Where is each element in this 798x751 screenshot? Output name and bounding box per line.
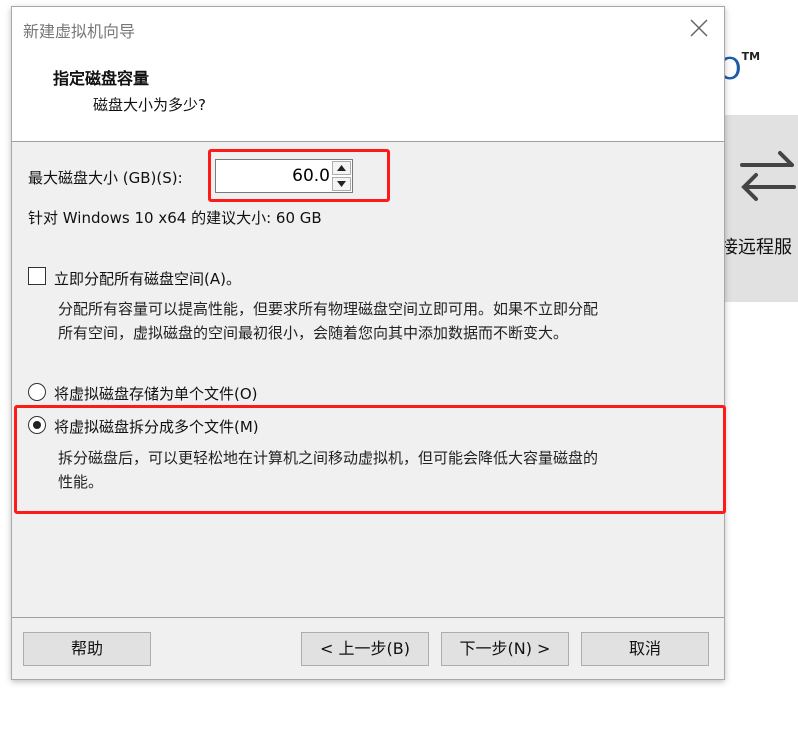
- trademark-mark: TM: [741, 50, 761, 63]
- multi-file-label[interactable]: 将虚拟磁盘拆分成多个文件(M): [54, 416, 259, 437]
- new-vm-wizard-dialog: 新建虚拟机向导 指定磁盘容量 磁盘大小为多少? 最大磁盘大小 (GB)(S): …: [11, 6, 726, 680]
- page-subtitle: 磁盘大小为多少?: [93, 96, 206, 114]
- allocate-description-line: 所有空间，虚拟磁盘的空间最初很小，会随着您向其中添加数据而不断变大。: [58, 324, 569, 342]
- arrow-down-icon: [337, 181, 346, 187]
- allocate-now-checkbox[interactable]: [28, 267, 46, 285]
- cancel-button[interactable]: 取消: [581, 632, 709, 666]
- max-disk-size-label: 最大磁盘大小 (GB)(S):: [28, 169, 183, 187]
- allocate-now-label[interactable]: 立即分配所有磁盘空间(A)。: [54, 268, 241, 289]
- single-file-radio[interactable]: [28, 383, 46, 401]
- wizard-header: 指定磁盘容量 磁盘大小为多少?: [12, 47, 724, 142]
- disk-size-input[interactable]: [218, 162, 332, 190]
- disk-size-spinner[interactable]: [215, 159, 353, 193]
- window-title: 新建虚拟机向导: [23, 22, 136, 41]
- page-title: 指定磁盘容量: [53, 69, 150, 88]
- multi-file-description-line: 拆分磁盘后，可以更轻松地在计算机之间移动虚拟机，但可能会降低大容量磁盘的: [58, 449, 599, 467]
- close-icon[interactable]: [688, 17, 710, 39]
- radio-selected-dot: [33, 421, 41, 429]
- single-file-label[interactable]: 将虚拟磁盘存储为单个文件(O): [54, 383, 258, 404]
- multi-file-radio[interactable]: [28, 416, 46, 434]
- allocate-description-line: 分配所有容量可以提高性能，但要求所有物理磁盘空间立即可用。如果不立即分配: [58, 300, 599, 318]
- connect-remote-server-tile[interactable]: 接远程服: [720, 115, 798, 302]
- multi-file-description-line: 性能。: [58, 473, 104, 491]
- increment-button[interactable]: [332, 161, 351, 175]
- allocate-description: 分配所有容量可以提高性能，但要求所有物理磁盘空间立即可用。如果不立即分配 所有空…: [58, 297, 598, 345]
- arrow-up-icon: [337, 165, 346, 171]
- recommended-size-text: 针对 Windows 10 x64 的建议大小: 60 GB: [28, 209, 322, 227]
- tile-label: 接远程服: [720, 237, 792, 258]
- swap-arrows-icon: [740, 151, 796, 201]
- help-button[interactable]: 帮助: [23, 632, 151, 666]
- footer-divider: [12, 617, 724, 618]
- title-bar: 新建虚拟机向导: [12, 7, 724, 47]
- decrement-button[interactable]: [332, 177, 351, 191]
- next-button[interactable]: 下一步(N) >: [441, 632, 569, 666]
- multi-file-description: 拆分磁盘后，可以更轻松地在计算机之间移动虚拟机，但可能会降低大容量磁盘的 性能。: [58, 446, 598, 494]
- back-button[interactable]: < 上一步(B): [301, 632, 429, 666]
